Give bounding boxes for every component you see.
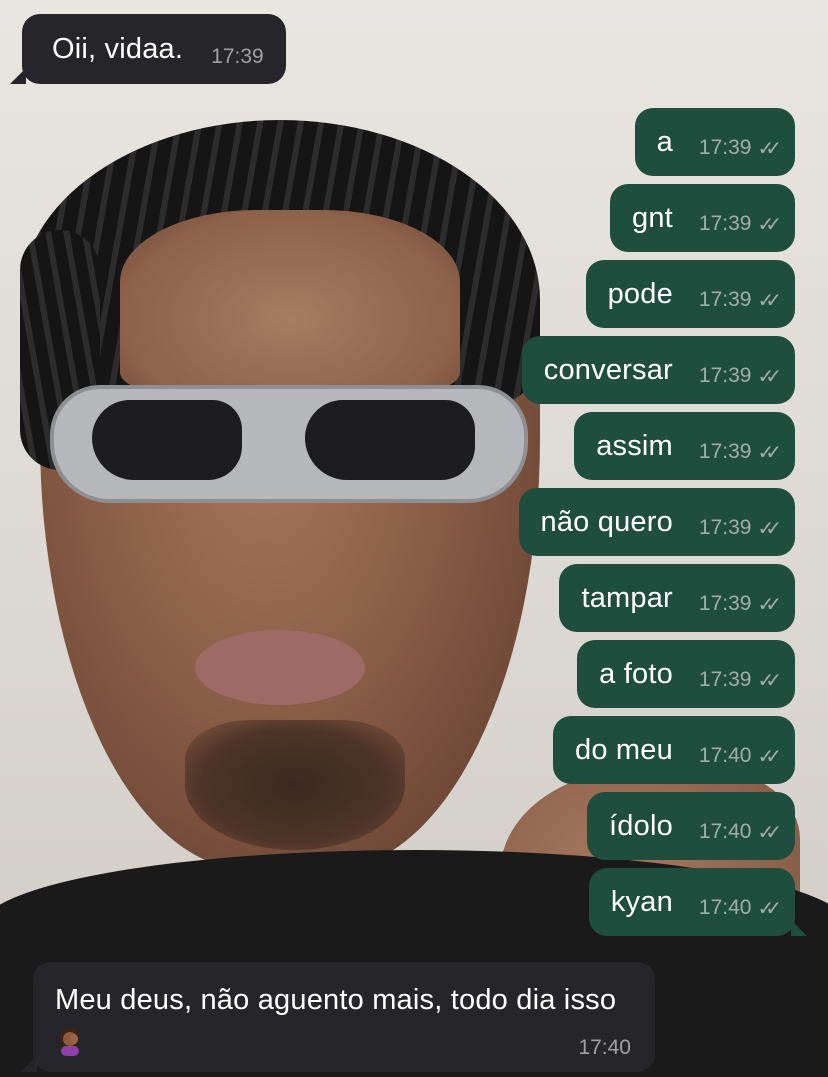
- incoming-message[interactable]: Oii, vidaa. 17:39: [10, 14, 286, 84]
- incoming-message[interactable]: Meu deus, não aguento mais, todo dia iss…: [21, 962, 655, 1072]
- outgoing-message[interactable]: ídolo 17:40 ✓✓: [587, 792, 795, 860]
- photo-forehead: [120, 210, 460, 390]
- double-check-icon: ✓✓: [757, 593, 781, 616]
- message-time: 17:39: [211, 45, 264, 68]
- outgoing-message[interactable]: do meu 17:40 ✓✓: [552, 716, 795, 784]
- bubble-tail: [10, 68, 26, 84]
- photo-lips: [195, 630, 365, 705]
- message-time: 17:39: [698, 440, 752, 463]
- message-time: 17:40: [698, 896, 752, 919]
- double-check-icon: ✓✓: [757, 517, 781, 540]
- double-check-icon: ✓✓: [757, 745, 781, 768]
- bubble-tail: [21, 1056, 37, 1072]
- message-text: kyan: [610, 885, 673, 918]
- message-text: a: [656, 125, 673, 158]
- message-time: 17:39: [698, 516, 752, 539]
- bubble-tail: [791, 920, 807, 936]
- message-text: pode: [607, 277, 673, 310]
- double-check-icon: ✓✓: [757, 441, 781, 464]
- double-check-icon: ✓✓: [757, 821, 781, 844]
- message-text-content: Meu deus, não aguento mais, todo dia iss…: [55, 984, 617, 1016]
- outgoing-message[interactable]: não quero 17:39 ✓✓: [518, 488, 795, 556]
- double-check-icon: ✓✓: [757, 289, 781, 312]
- double-check-icon: ✓✓: [757, 137, 781, 160]
- message-time: 17:39: [698, 136, 752, 159]
- outgoing-message[interactable]: a foto 17:39 ✓✓: [577, 640, 795, 708]
- message-text: Meu deus, não aguento mais, todo dia iss…: [55, 978, 631, 1066]
- double-check-icon: ✓✓: [757, 213, 781, 236]
- message-text: gnt: [632, 201, 673, 234]
- outgoing-message[interactable]: tampar 17:39 ✓✓: [559, 564, 795, 632]
- message-time: 17:39: [698, 668, 752, 691]
- outgoing-message[interactable]: gnt 17:39 ✓✓: [610, 184, 795, 252]
- double-check-icon: ✓✓: [757, 897, 781, 920]
- message-text: assim: [596, 429, 673, 462]
- outgoing-message[interactable]: pode 17:39 ✓✓: [585, 260, 795, 328]
- message-text: tampar: [581, 581, 673, 614]
- message-time: 17:40: [698, 820, 752, 843]
- outgoing-message[interactable]: assim 17:39 ✓✓: [574, 412, 795, 480]
- message-text: conversar: [543, 353, 673, 386]
- message-time: 17:40: [698, 744, 752, 767]
- message-text: Oii, vidaa.: [52, 32, 184, 65]
- double-check-icon: ✓✓: [757, 669, 781, 692]
- message-time: 17:39: [698, 364, 752, 387]
- message-time: 17:39: [698, 288, 752, 311]
- outgoing-message[interactable]: a 17:39 ✓✓: [634, 108, 795, 176]
- woman-facepalming-emoji-icon: [60, 1028, 80, 1057]
- message-text: não quero: [540, 505, 673, 538]
- outgoing-message[interactable]: kyan 17:40 ✓✓: [588, 868, 807, 936]
- message-time: 17:39: [698, 212, 752, 235]
- double-check-icon: ✓✓: [757, 365, 781, 388]
- message-time: 17:40: [578, 1036, 631, 1059]
- outgoing-message[interactable]: conversar 17:39 ✓✓: [521, 336, 795, 404]
- message-text: ídolo: [609, 809, 673, 842]
- message-time: 17:39: [698, 592, 752, 615]
- message-text: a foto: [599, 657, 673, 690]
- message-text: do meu: [574, 733, 673, 766]
- photo-lens-left: [92, 400, 242, 480]
- photo-beard: [185, 720, 405, 850]
- photo-lens-right: [305, 400, 475, 480]
